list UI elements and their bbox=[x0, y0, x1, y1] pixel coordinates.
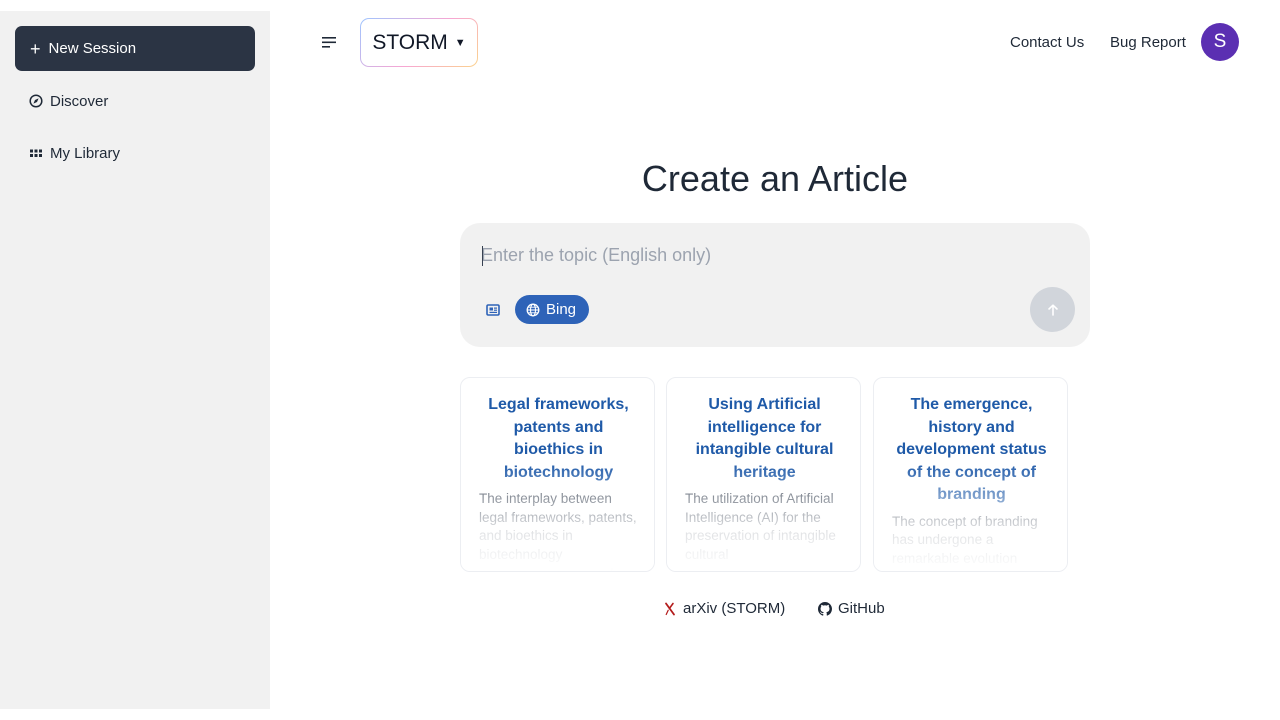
newspaper-icon bbox=[486, 304, 500, 316]
app-root: + New Session Discover My Library STORM … bbox=[0, 0, 1280, 720]
globe-icon bbox=[526, 303, 540, 317]
menu-toggle-button[interactable] bbox=[320, 33, 340, 51]
new-session-label: New Session bbox=[48, 40, 137, 57]
brand-name: STORM bbox=[372, 30, 448, 54]
topic-search-box: Bing bbox=[460, 223, 1090, 347]
arxiv-link[interactable]: arXiv (STORM) bbox=[663, 600, 785, 617]
sidebar-item-my-library[interactable]: My Library bbox=[29, 141, 120, 165]
user-avatar[interactable]: S bbox=[1201, 23, 1239, 61]
menu-icon bbox=[322, 37, 336, 48]
sidebar-item-discover[interactable]: Discover bbox=[29, 89, 108, 113]
sidebar: + New Session Discover My Library bbox=[0, 11, 270, 709]
news-source-button[interactable] bbox=[485, 302, 501, 318]
example-article-card[interactable]: Legal frameworks, patents and bioethics … bbox=[460, 377, 655, 572]
text-cursor bbox=[482, 246, 483, 266]
github-link[interactable]: GitHub bbox=[818, 600, 885, 617]
topic-input[interactable] bbox=[481, 241, 1041, 269]
github-icon bbox=[818, 601, 832, 616]
sidebar-item-label: Discover bbox=[50, 92, 109, 110]
arrow-up-icon bbox=[1047, 303, 1058, 316]
compass-icon bbox=[29, 94, 43, 108]
example-article-card[interactable]: Using Artificial intelligence for intang… bbox=[666, 377, 861, 572]
card-excerpt: The interplay between legal frameworks, … bbox=[479, 491, 637, 571]
bing-source-button[interactable]: Bing bbox=[515, 295, 589, 324]
page-title: Create an Article bbox=[641, 158, 909, 199]
contact-us-link[interactable]: Contact Us bbox=[1010, 34, 1084, 51]
new-session-button[interactable]: + New Session bbox=[15, 26, 255, 71]
card-title: The emergence, history and development s… bbox=[896, 396, 1047, 503]
card-excerpt: The concept of branding has undergone a … bbox=[892, 513, 1038, 566]
grid-icon bbox=[29, 146, 43, 160]
bing-label: Bing bbox=[546, 301, 577, 318]
brand-selector[interactable]: STORM ▼ bbox=[360, 18, 478, 67]
github-link-label: GitHub bbox=[838, 600, 885, 617]
example-article-card[interactable]: The emergence, history and development s… bbox=[873, 377, 1068, 572]
arxiv-icon bbox=[663, 602, 677, 616]
card-title: Legal frameworks, patents and bioethics … bbox=[488, 396, 629, 481]
plus-icon: + bbox=[30, 38, 41, 59]
caret-down-icon: ▼ bbox=[454, 36, 466, 49]
sidebar-item-label: My Library bbox=[50, 144, 121, 162]
card-excerpt: The utilization of Artificial Intelligen… bbox=[685, 491, 836, 563]
arxiv-link-label: arXiv (STORM) bbox=[683, 600, 786, 617]
submit-topic-button[interactable] bbox=[1030, 287, 1075, 332]
brand-selector-inner: STORM ▼ bbox=[361, 19, 477, 66]
bug-report-link[interactable]: Bug Report bbox=[1110, 34, 1186, 51]
card-title: Using Artificial intelligence for intang… bbox=[695, 396, 834, 481]
